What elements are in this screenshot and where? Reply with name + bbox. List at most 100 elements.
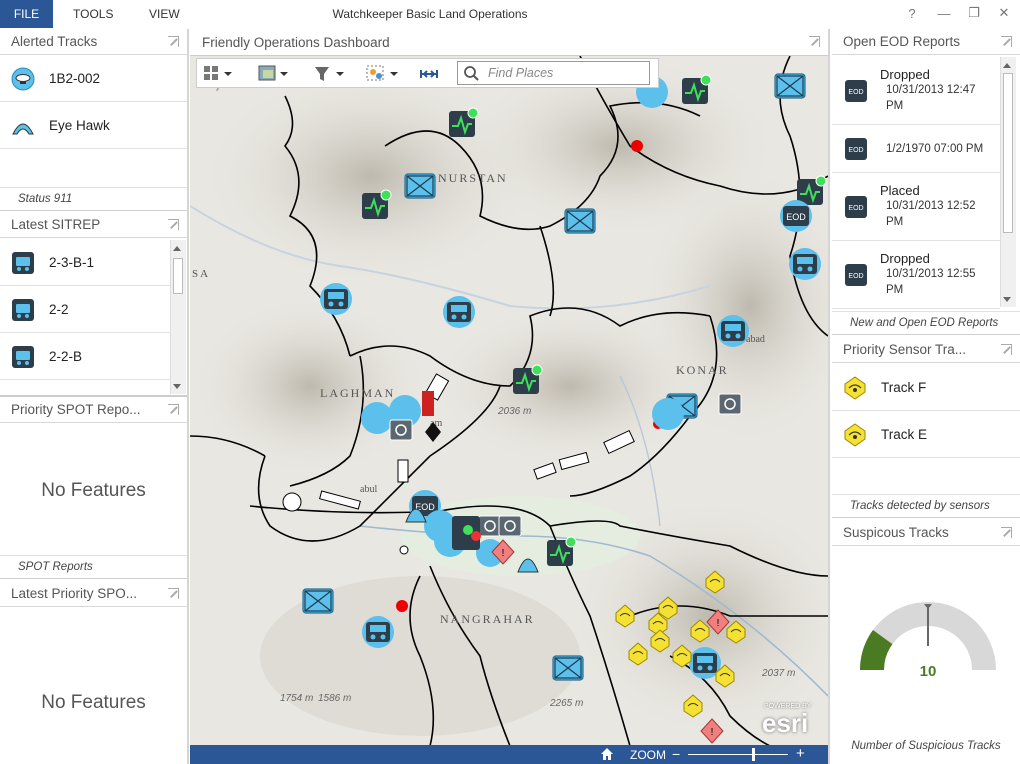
zoom-slider-thumb[interactable] xyxy=(751,748,755,761)
expand-icon[interactable] xyxy=(1001,527,1012,538)
scroll-down-icon[interactable] xyxy=(1003,297,1011,302)
select-features-icon xyxy=(366,65,398,81)
filter-icon xyxy=(315,67,344,81)
sitrep-scrollbar[interactable] xyxy=(170,240,186,394)
zoom-out-button[interactable]: − xyxy=(672,746,680,762)
search-icon xyxy=(464,66,479,81)
eod-report-item[interactable]: EOD Dropped 10/31/2013 12:47 PM xyxy=(832,57,1000,125)
eod-title: Open EOD Reports xyxy=(843,34,961,49)
expand-icon[interactable] xyxy=(1001,36,1012,47)
scroll-up-icon[interactable] xyxy=(173,246,181,251)
suspicious-footer: Number of Suspicious Tracks xyxy=(851,740,1001,752)
filter-button[interactable] xyxy=(314,64,344,84)
measure-icon xyxy=(420,70,438,78)
restore-button[interactable]: ❐ xyxy=(964,4,984,22)
alerted-track-label: Eye Hawk xyxy=(49,118,110,133)
menu-view[interactable]: VIEW xyxy=(149,0,180,28)
sitrep-header: Latest SITREP xyxy=(0,212,187,238)
menu-tools[interactable]: TOOLS xyxy=(73,0,113,28)
eod-report-item[interactable]: EOD Placed 10/31/2013 12:52 PM xyxy=(832,173,1000,241)
eod-report-text: Dropped 10/31/2013 12:55 PM xyxy=(880,251,992,298)
eod-date: 1/2/1970 07:00 PM xyxy=(886,142,984,155)
map-layer-icon xyxy=(258,65,288,81)
menu-file[interactable]: FILE xyxy=(0,0,53,28)
zoom-in-button[interactable]: + xyxy=(796,745,805,762)
eod-icon: EOD xyxy=(845,195,867,218)
eod-report-item[interactable]: EOD Dropped 10/31/2013 12:55 PM xyxy=(832,241,1000,309)
alerted-track-item[interactable]: 1B2-002 xyxy=(0,56,187,102)
zoom-label: ZOOM xyxy=(630,748,666,762)
eod-icon: EOD xyxy=(845,137,867,160)
expand-icon[interactable] xyxy=(809,36,820,47)
sensor-header: Priority Sensor Tra... xyxy=(832,337,1020,363)
eod-status: Placed xyxy=(880,183,920,198)
spot-header: Priority SPOT Repo... xyxy=(0,397,187,423)
eod-status: Dropped xyxy=(880,67,930,82)
layers-button[interactable] xyxy=(258,64,288,84)
home-icon[interactable] xyxy=(600,747,614,761)
svg-text:EOD: EOD xyxy=(848,147,863,154)
map-view[interactable]: NURSTAN LAGHMAN KONAR NANGRAHAR ajan sha… xyxy=(190,56,828,746)
zoom-bar: ZOOM − + xyxy=(190,745,828,764)
eod-icon: EOD xyxy=(845,263,867,286)
minimize-button[interactable]: — xyxy=(934,4,954,22)
title-bar: FILE TOOLS VIEW Watchkeeper Basic Land O… xyxy=(0,0,1020,29)
measure-button[interactable] xyxy=(419,64,439,84)
latest-spot-header: Latest Priority SPO... xyxy=(0,581,187,607)
svg-text:EOD: EOD xyxy=(848,89,863,96)
sitrep-label: 2-3-B-1 xyxy=(49,255,95,270)
eod-date: 10/31/2013 12:55 PM xyxy=(886,268,976,296)
expand-icon[interactable] xyxy=(168,588,179,599)
sensor-track-item[interactable]: Track F xyxy=(832,365,1020,411)
map-symbols: ! EOD xyxy=(302,73,827,744)
sensor-track-label: Track F xyxy=(881,380,927,395)
scroll-thumb[interactable] xyxy=(173,258,183,294)
close-button[interactable]: ✕ xyxy=(994,4,1014,22)
map-header: Friendly Operations Dashboard xyxy=(190,29,828,56)
eod-report-text: Placed 10/31/2013 12:52 PM xyxy=(880,183,992,230)
sitrep-item[interactable]: 2-2-B xyxy=(0,334,170,380)
sensor-footer: Tracks detected by sensors xyxy=(832,494,1020,518)
suspicious-gauge: 10 xyxy=(860,602,996,682)
map-title: Friendly Operations Dashboard xyxy=(202,34,390,50)
sensor-track-icon xyxy=(844,422,866,447)
sensor-track-label: Track E xyxy=(881,427,928,442)
sitrep-title: Latest SITREP xyxy=(11,217,101,232)
suspicious-header: Suspicous Tracks xyxy=(832,520,1020,546)
eod-scrollbar[interactable] xyxy=(1000,57,1016,307)
eod-status: Dropped xyxy=(880,251,930,266)
app-window: FILE TOOLS VIEW Watchkeeper Basic Land O… xyxy=(0,0,1020,764)
expand-icon[interactable] xyxy=(168,36,179,47)
eod-date: 10/31/2013 12:52 PM xyxy=(886,200,976,228)
eod-report-text: Dropped 10/31/2013 12:47 PM xyxy=(880,67,992,114)
sitrep-item[interactable]: 2-3-B-1 xyxy=(0,240,170,286)
basemap-button[interactable] xyxy=(204,64,232,84)
alerted-tracks-title: Alerted Tracks xyxy=(11,34,98,49)
scroll-down-icon[interactable] xyxy=(173,384,181,389)
help-button[interactable]: ? xyxy=(902,4,922,22)
blimp-icon xyxy=(11,67,35,90)
expand-icon[interactable] xyxy=(168,219,179,230)
eod-report-item[interactable]: EOD 1/2/1970 07:00 PM xyxy=(832,125,1000,173)
expand-icon[interactable] xyxy=(168,404,179,415)
expand-icon[interactable] xyxy=(1001,344,1012,355)
suspicious-title: Suspicous Tracks xyxy=(843,525,949,540)
spot-title: Priority SPOT Repo... xyxy=(11,402,141,417)
find-places-input[interactable]: Find Places xyxy=(457,61,650,85)
eod-header: Open EOD Reports xyxy=(832,29,1020,55)
sitrep-label: 2-2-B xyxy=(49,349,83,364)
right-divider xyxy=(828,29,830,764)
gauge-value: 10 xyxy=(920,663,937,680)
sensor-title: Priority Sensor Tra... xyxy=(843,342,967,357)
sensor-track-item[interactable]: Track E xyxy=(832,412,1020,458)
left-divider xyxy=(187,29,189,764)
scroll-up-icon[interactable] xyxy=(1003,63,1011,68)
select-button[interactable] xyxy=(366,64,400,84)
sitrep-item[interactable]: 2-2 xyxy=(0,287,170,333)
vehicle-icon xyxy=(12,345,34,368)
zoom-slider-track[interactable] xyxy=(688,748,788,761)
alerted-track-item[interactable]: Eye Hawk xyxy=(0,103,187,149)
spot-empty-text: No Features xyxy=(41,480,146,501)
alerted-tracks-header: Alerted Tracks xyxy=(0,29,187,55)
scroll-thumb[interactable] xyxy=(1003,73,1013,233)
